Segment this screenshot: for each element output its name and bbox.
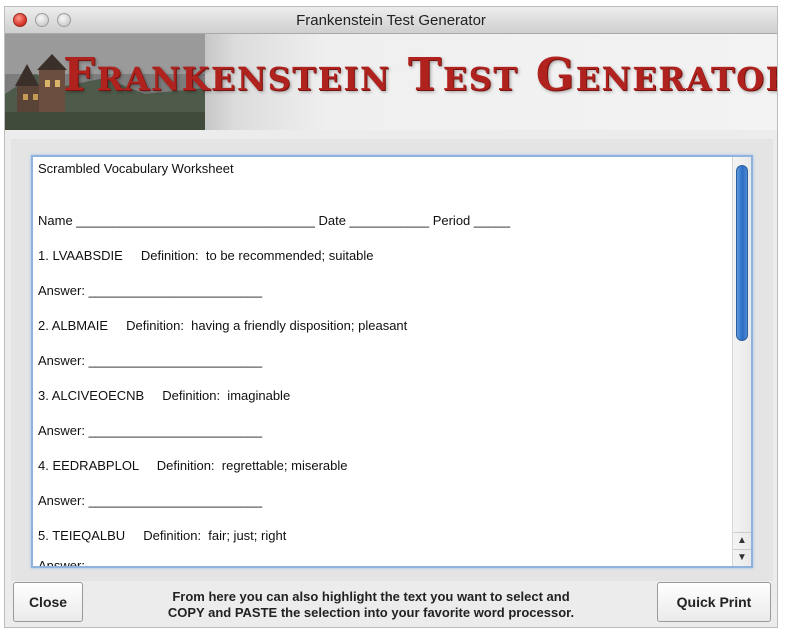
scroll-up-arrow-icon[interactable]: ▲: [733, 532, 751, 549]
worksheet-text-area[interactable]: Scrambled Vocabulary Worksheet Name ____…: [31, 155, 753, 568]
content-panel: Scrambled Vocabulary Worksheet Name ____…: [11, 139, 773, 581]
title-bar[interactable]: Frankenstein Test Generator: [5, 7, 777, 34]
scroll-down-arrow-icon[interactable]: ▼: [733, 549, 751, 566]
copy-paste-help-text: From here you can also highlight the tex…: [95, 589, 647, 621]
answer-line-1: Answer: ________________________: [38, 283, 263, 298]
help-text-line-2: COPY and PASTE the selection into your f…: [167, 605, 575, 620]
vertical-scrollbar[interactable]: ▲ ▼: [732, 157, 751, 566]
question-2: 2. ALBMAIE Definition: having a friendly…: [38, 318, 408, 333]
answer-line-2: Answer: ________________________: [38, 353, 263, 368]
banner-title: Frankenstein Test Generator: [63, 48, 778, 101]
scrollbar-thumb[interactable]: [736, 165, 748, 341]
answer-line-4: Answer: ________________________: [38, 493, 263, 508]
close-button[interactable]: Close: [13, 582, 83, 622]
name-date-period-line: Name _________________________________ D…: [38, 213, 511, 228]
question-5: 5. TEIEQALBU Definition: fair; just; rig…: [38, 528, 287, 543]
question-1: 1. LVAABSDIE Definition: to be recommend…: [38, 248, 374, 263]
window-title: Frankenstein Test Generator: [296, 12, 486, 29]
question-4: 4. EEDRABPLOL Definition: regrettable; m…: [38, 458, 348, 473]
answer-line-5: Answer: ________________________: [38, 558, 263, 568]
app-window: Frankenstein Test Generator Frankenstein…: [4, 6, 778, 628]
app-banner: Frankenstein Test Generator: [5, 34, 778, 130]
quick-print-button[interactable]: Quick Print: [657, 582, 771, 622]
worksheet-heading: Scrambled Vocabulary Worksheet: [38, 161, 234, 176]
answer-line-3: Answer: ________________________: [38, 423, 263, 438]
question-3: 3. ALCIVEOECNB Definition: imaginable: [38, 388, 291, 403]
help-text-line-1: From here you can also highlight the tex…: [172, 589, 570, 604]
